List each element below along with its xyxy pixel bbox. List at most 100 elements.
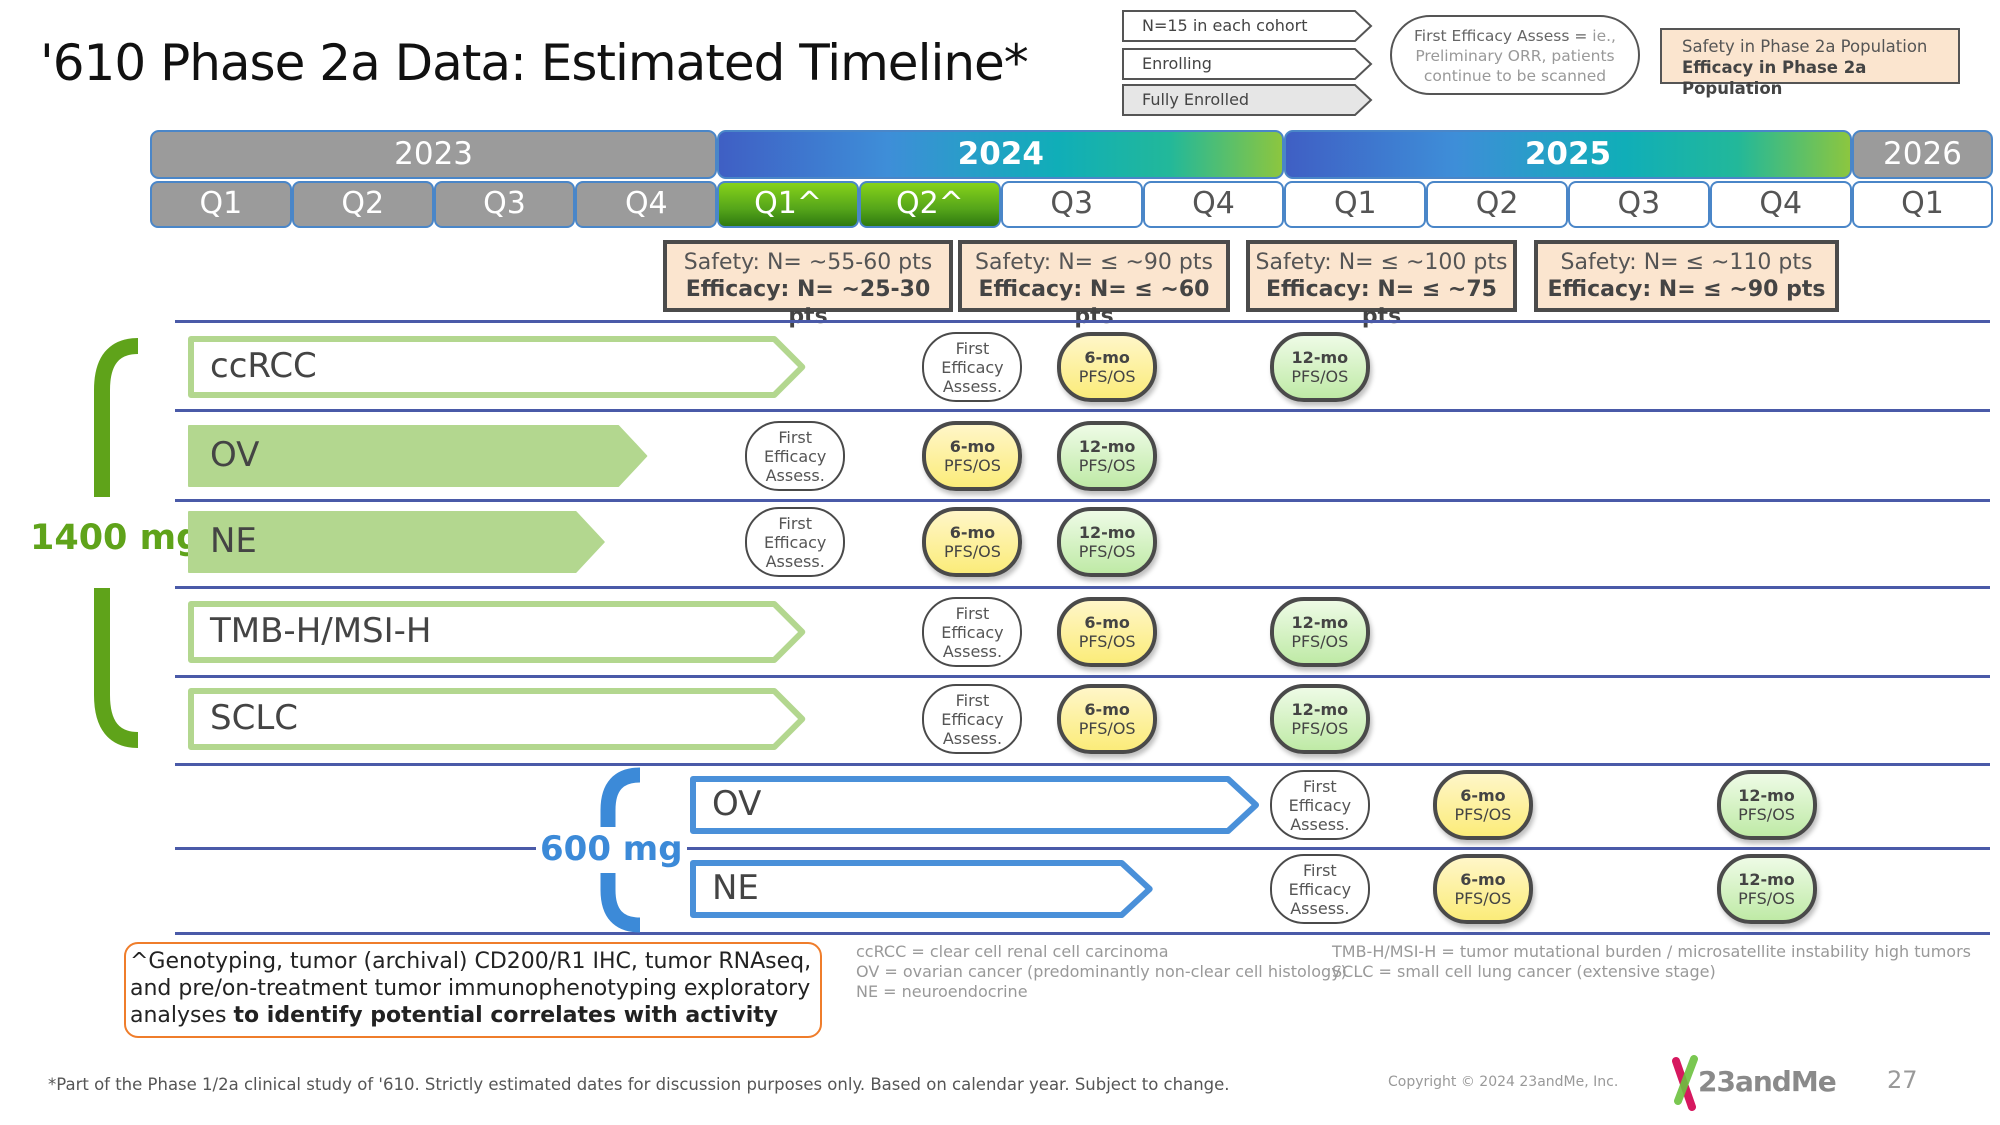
cohort-bar: TMB-H/MSI-H bbox=[188, 601, 806, 663]
year-2025: 2025 bbox=[1284, 130, 1852, 179]
six-month-pfs-os-milestone: 6-mo PFS/OS bbox=[1057, 597, 1158, 667]
legend-first-efficacy-definition: First Efficacy Assess = ie., Preliminary… bbox=[1390, 15, 1640, 95]
cohort-bar: OV bbox=[690, 776, 1260, 834]
first-efficacy-milestone: First Efficacy Assess. bbox=[922, 332, 1023, 402]
row-divider bbox=[175, 320, 1990, 323]
logo-x-icon bbox=[1672, 1055, 1698, 1111]
milestone-text: Assess. bbox=[942, 728, 1003, 748]
milestone-period: 6-mo bbox=[1084, 348, 1130, 367]
copyright: Copyright © 2024 23andMe, Inc. bbox=[1388, 1074, 1619, 1090]
quarter-cell: Q1 bbox=[1284, 181, 1427, 228]
safety-count: Safety: N= ≤ ~90 pts bbox=[975, 250, 1213, 275]
cohort-label: OV bbox=[210, 435, 260, 475]
year-2026: 2026 bbox=[1851, 130, 1994, 179]
six-month-pfs-os-milestone: 6-mo PFS/OS bbox=[1432, 854, 1533, 924]
milestone-text: First bbox=[1303, 776, 1337, 796]
cohort-label: NE bbox=[712, 868, 759, 908]
quarter-cell: Q3 bbox=[1000, 181, 1143, 228]
abbr-ccrcc: ccRCC = clear cell renal cell carcinoma bbox=[856, 942, 1169, 961]
milestone-endpoint: PFS/OS bbox=[1078, 632, 1136, 651]
milestone-text: Efficacy bbox=[763, 532, 827, 552]
page-number: 27 bbox=[1887, 1066, 1918, 1094]
quarter-cell: Q3 bbox=[433, 181, 576, 228]
abbreviations-col2: TMB-H/MSI-H = tumor mutational burden / … bbox=[1332, 942, 1971, 982]
milestone-endpoint: PFS/OS bbox=[944, 542, 1001, 561]
legend-safety-label: Safety in Phase 2a Population bbox=[1682, 37, 1928, 56]
logo-wordmark: 23andMe bbox=[1698, 1065, 1837, 1098]
milestone-text: First bbox=[955, 690, 990, 710]
quarter-cell: Q4 bbox=[1709, 181, 1852, 228]
milestone-text: Efficacy bbox=[763, 446, 827, 466]
row-divider bbox=[175, 847, 1990, 850]
cohort-bar: NE bbox=[690, 860, 1153, 918]
legend-label: Fully Enrolled bbox=[1142, 90, 1250, 109]
page-title: '610 Phase 2a Data: Estimated Timeline* bbox=[40, 34, 1029, 92]
twelve-month-pfs-os-milestone: 12-mo PFS/OS bbox=[1716, 770, 1817, 840]
milestone-text: Efficacy bbox=[941, 622, 1004, 642]
footnote: *Part of the Phase 1/2a clinical study o… bbox=[48, 1075, 1230, 1094]
milestone-period: 12-mo bbox=[1078, 437, 1136, 456]
milestone-text: Assess. bbox=[1290, 898, 1350, 918]
milestone-endpoint: PFS/OS bbox=[1078, 367, 1136, 386]
company-logo: 23andMe bbox=[1670, 1055, 1837, 1111]
milestone-text: First bbox=[1303, 860, 1337, 880]
milestone-text: First bbox=[778, 427, 813, 447]
legend-label: Enrolling bbox=[1142, 54, 1212, 73]
milestone-period: 6-mo bbox=[949, 523, 996, 542]
milestone-endpoint: PFS/OS bbox=[1738, 805, 1795, 824]
abbr-tmb: TMB-H/MSI-H = tumor mutational burden / … bbox=[1332, 942, 1971, 961]
cohort-label: NE bbox=[210, 521, 257, 561]
cohort-label: ccRCC bbox=[210, 346, 317, 386]
first-efficacy-milestone: First Efficacy Assess. bbox=[745, 421, 846, 491]
milestone-text: Assess. bbox=[765, 465, 825, 485]
legend-enrollment-cohort-size: N=15 in each cohort bbox=[1122, 10, 1373, 42]
milestone-text: Assess. bbox=[765, 551, 825, 571]
cohort-label: TMB-H/MSI-H bbox=[210, 611, 432, 651]
legend-enrolling: Enrolling bbox=[1122, 48, 1373, 80]
first-efficacy-milestone: First Efficacy Assess. bbox=[922, 684, 1023, 754]
milestone-period: 6-mo bbox=[1460, 786, 1506, 805]
abbr-ov: OV = ovarian cancer (predominantly non-c… bbox=[856, 962, 1347, 981]
milestone-period: 12-mo bbox=[1291, 348, 1349, 367]
six-month-pfs-os-milestone: 6-mo PFS/OS bbox=[1432, 770, 1533, 840]
abbr-ne: NE = neuroendocrine bbox=[856, 982, 1028, 1001]
legend-efficacy-label: Efficacy in Phase 2a Population bbox=[1682, 58, 1867, 98]
dose-label-600mg: 600 mg bbox=[536, 829, 687, 869]
milestone-endpoint: PFS/OS bbox=[1738, 889, 1795, 908]
milestone-text: Assess. bbox=[1290, 814, 1350, 834]
cohort-bar: OV bbox=[188, 425, 648, 487]
milestone-endpoint: PFS/OS bbox=[1078, 456, 1136, 475]
cohort-label: SCLC bbox=[210, 698, 299, 738]
abbreviations-col1: ccRCC = clear cell renal cell carcinoma … bbox=[856, 942, 1347, 1002]
milestone-period: 6-mo bbox=[1084, 700, 1130, 719]
milestone-period: 12-mo bbox=[1291, 700, 1349, 719]
milestone-period: 12-mo bbox=[1738, 870, 1795, 889]
first-efficacy-milestone: First Efficacy Assess. bbox=[1269, 854, 1370, 924]
abbr-sclc: SCLC = small cell lung cancer (extensive… bbox=[1332, 962, 1716, 981]
twelve-month-pfs-os-milestone: 12-mo PFS/OS bbox=[1269, 684, 1370, 754]
quarter-cell: Q2^ bbox=[859, 181, 1001, 228]
cohort-bar: SCLC bbox=[188, 688, 806, 750]
milestone-text: Efficacy bbox=[941, 709, 1004, 729]
twelve-month-pfs-os-milestone: 12-mo PFS/OS bbox=[1057, 507, 1158, 577]
milestone-text: Efficacy bbox=[1288, 795, 1352, 815]
milestone-endpoint: PFS/OS bbox=[1291, 367, 1349, 386]
six-month-pfs-os-milestone: 6-mo PFS/OS bbox=[922, 421, 1023, 491]
milestone-endpoint: PFS/OS bbox=[1078, 719, 1136, 738]
milestone-text: Assess. bbox=[942, 641, 1003, 661]
cohort-bar: ccRCC bbox=[188, 336, 806, 398]
six-month-pfs-os-milestone: 6-mo PFS/OS bbox=[922, 507, 1023, 577]
milestone-text: First bbox=[955, 603, 990, 623]
milestone-endpoint: PFS/OS bbox=[1454, 889, 1512, 908]
row-divider bbox=[175, 409, 1990, 412]
row-divider bbox=[175, 932, 1990, 935]
chevron-arrow-icon bbox=[690, 860, 1153, 918]
six-month-pfs-os-milestone: 6-mo PFS/OS bbox=[1057, 684, 1158, 754]
chevron-arrow-icon bbox=[690, 776, 1260, 834]
first-efficacy-milestone: First Efficacy Assess. bbox=[1269, 770, 1370, 840]
population-box: Safety: N= ~55-60 pts Efficacy: N= ~25-30… bbox=[663, 240, 953, 329]
six-month-pfs-os-milestone: 6-mo PFS/OS bbox=[1057, 332, 1158, 402]
row-divider bbox=[175, 499, 1990, 502]
year-2024: 2024 bbox=[717, 130, 1285, 179]
milestone-endpoint: PFS/OS bbox=[1078, 542, 1136, 561]
